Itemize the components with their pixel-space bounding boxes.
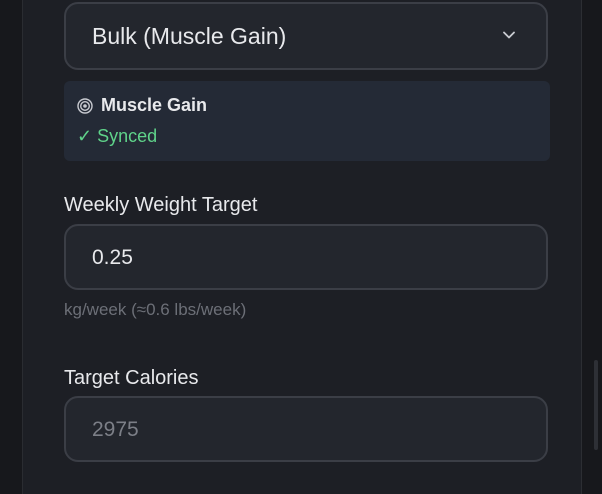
chevron-down-icon: [503, 31, 515, 39]
sync-status-text: ✓ Synced: [77, 126, 158, 146]
weekly-weight-target-input[interactable]: 0.25: [64, 224, 548, 290]
target-calories-label: Target Calories: [64, 367, 199, 389]
goal-summary-card: Muscle Gain ✓ Synced: [64, 81, 550, 161]
macro-labels-row-cut-off: [64, 488, 544, 494]
scrollbar-thumb[interactable]: [594, 360, 598, 450]
app-viewport: Bulk (Muscle Gain) Muscle Gain ✓ Synced …: [0, 0, 602, 494]
right-scrollbar-track[interactable]: [581, 0, 602, 494]
weekly-weight-target-label: Weekly Weight Target: [64, 194, 258, 216]
goal-settings-panel: Bulk (Muscle Gain) Muscle Gain ✓ Synced …: [23, 0, 582, 494]
target-calories-value: 2975: [92, 418, 139, 441]
goal-summary-header: Muscle Gain: [77, 95, 207, 116]
target-calories-input[interactable]: 2975: [64, 396, 548, 462]
left-sidebar-edge: [0, 0, 23, 494]
target-icon: [77, 97, 93, 114]
weekly-weight-helper-text: kg/week (≈0.6 lbs/week): [64, 300, 247, 319]
weekly-weight-target-value: 0.25: [92, 246, 133, 269]
goal-summary-title: Muscle Gain: [101, 95, 208, 115]
goal-type-select[interactable]: Bulk (Muscle Gain): [64, 2, 548, 70]
goal-type-select-value: Bulk (Muscle Gain): [92, 23, 287, 49]
